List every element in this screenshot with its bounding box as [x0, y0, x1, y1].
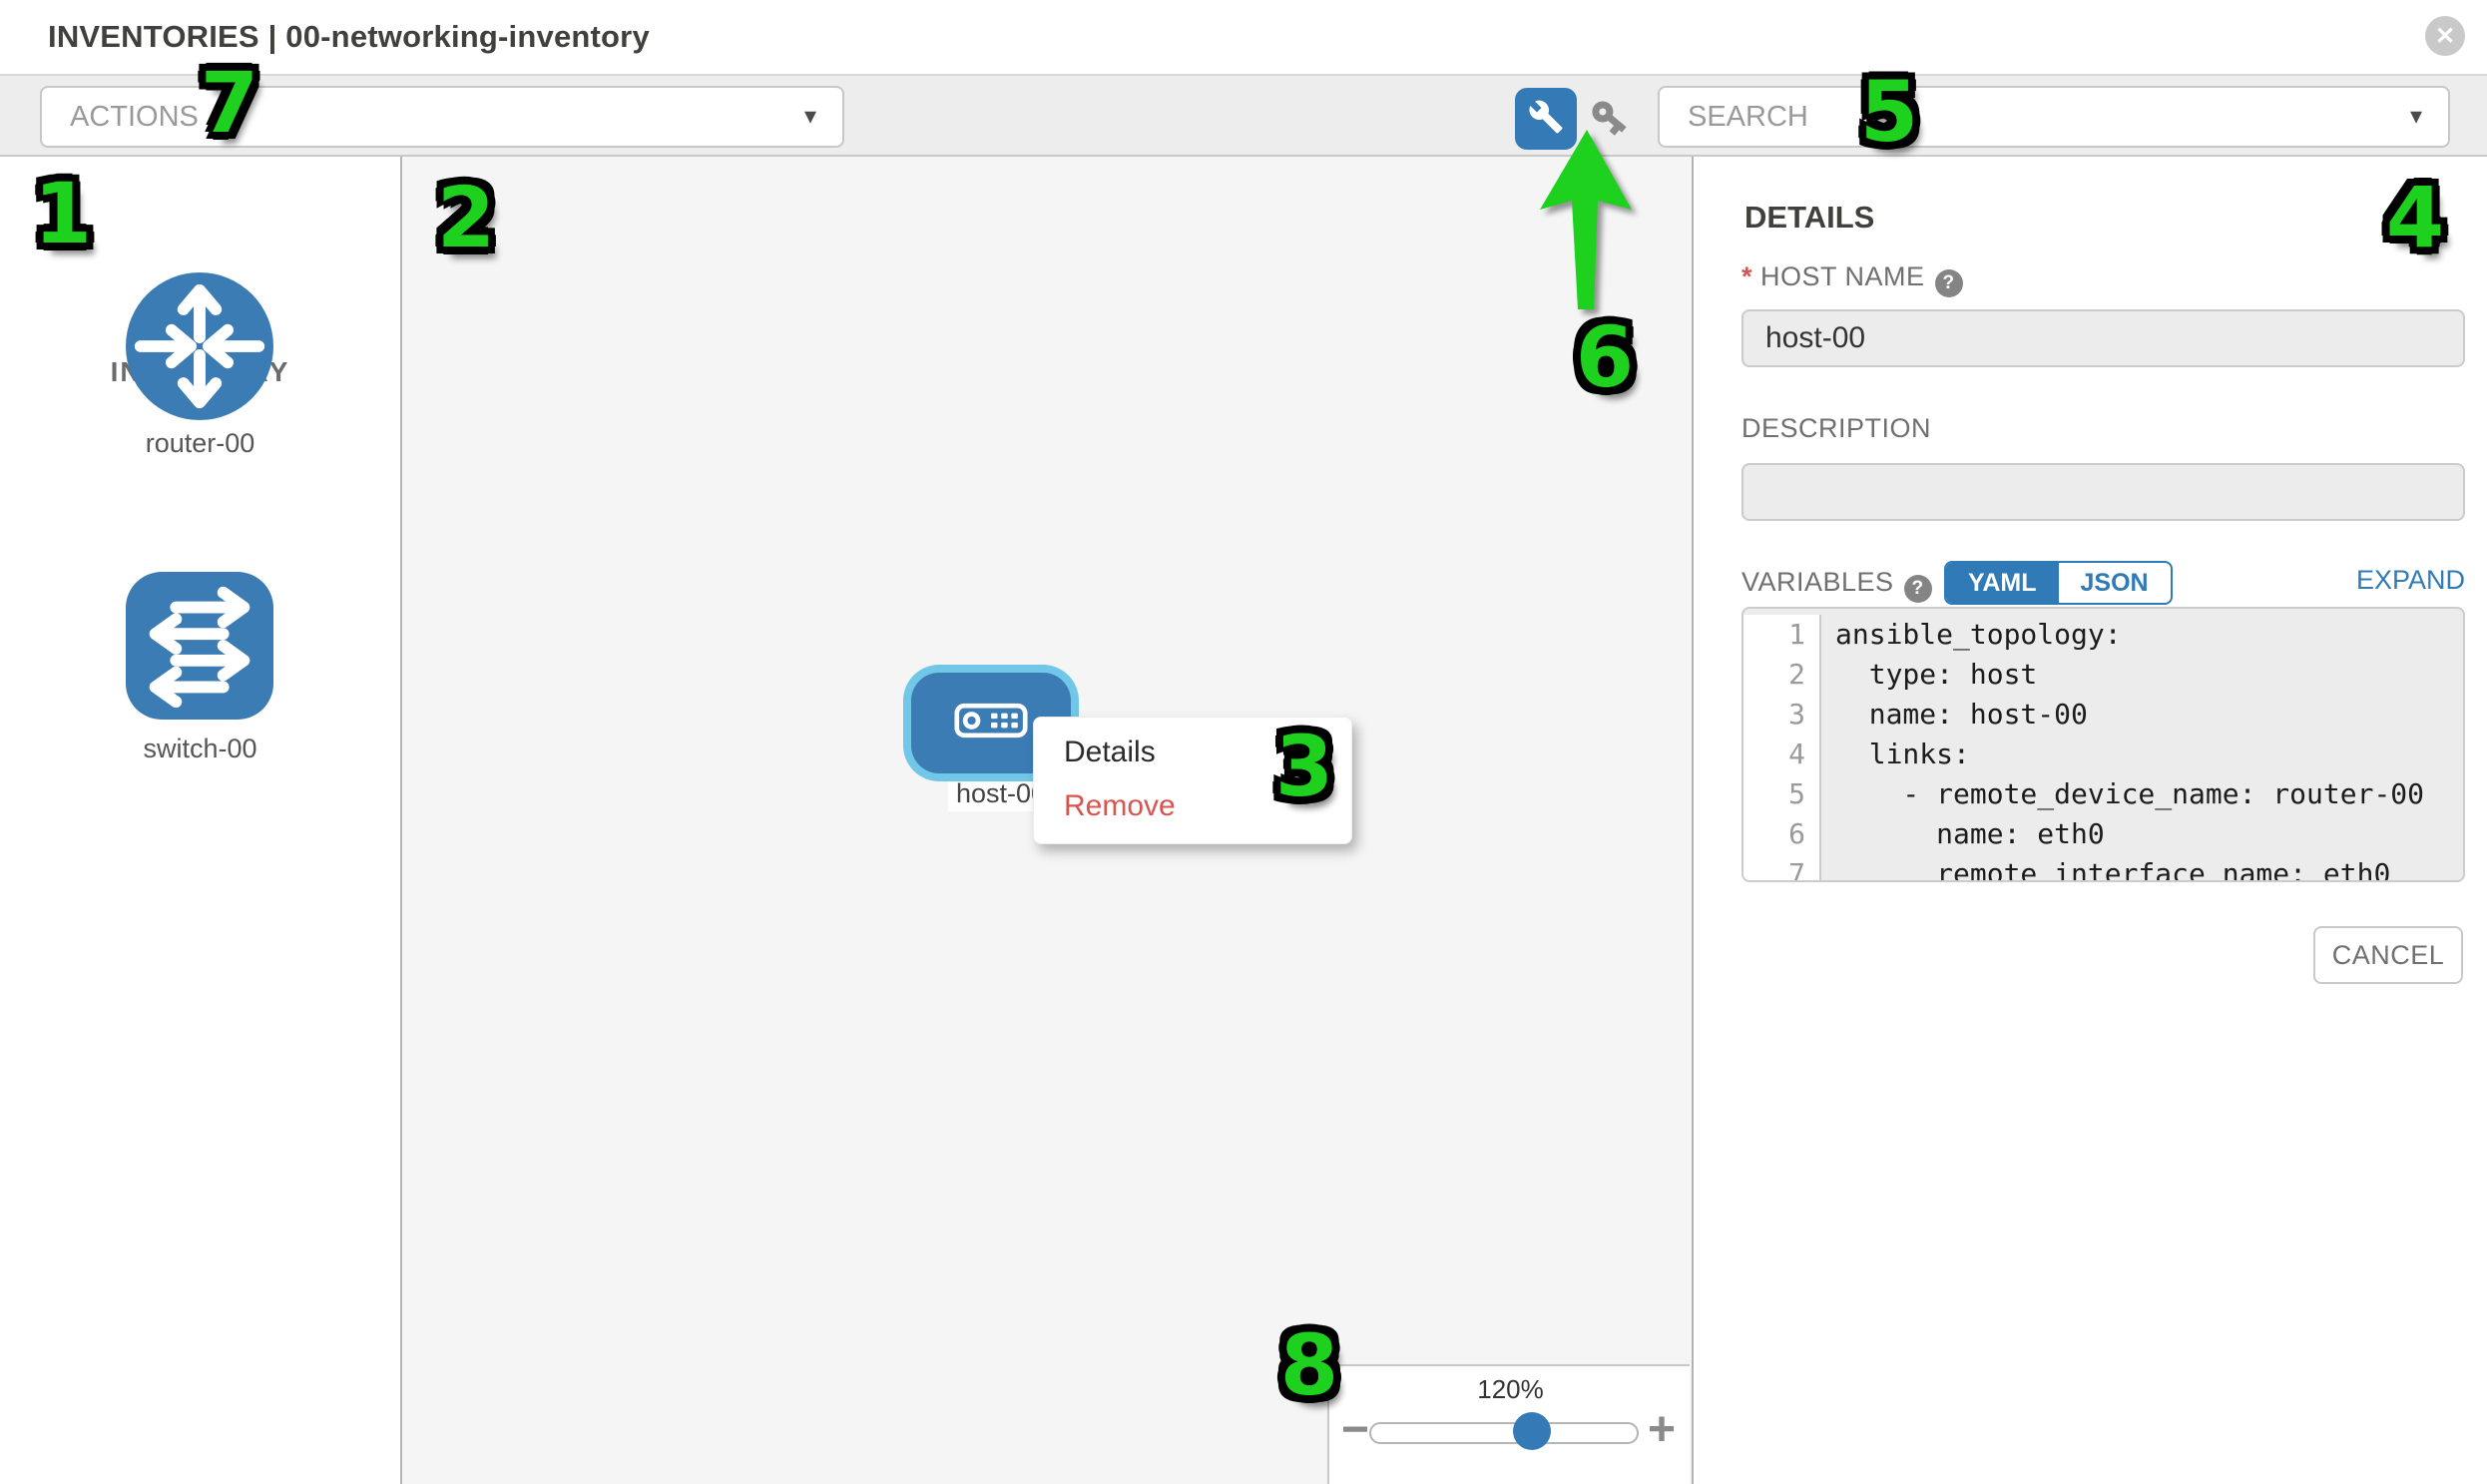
zoom-slider-track[interactable]: [1369, 1422, 1639, 1444]
annotation-number-2: 2: [437, 169, 495, 266]
description-input[interactable]: [1741, 463, 2465, 521]
zoom-out-button[interactable]: −: [1341, 1406, 1369, 1454]
annotation-number-4: 4: [2386, 169, 2444, 266]
palette-item-switch-label: switch-00: [0, 734, 400, 764]
code-line: 1ansible_topology:: [1743, 615, 2463, 655]
annotation-number-1: 1: [34, 165, 92, 262]
code-line: 4 links:: [1743, 735, 2463, 774]
close-icon: ✕: [2435, 22, 2455, 51]
palette-item-router-label: router-00: [0, 428, 400, 459]
code-line: 5 - remote_device_name: router-00: [1743, 774, 2463, 814]
expand-link[interactable]: EXPAND: [2335, 565, 2465, 596]
green-arrow-annotation: [1530, 128, 1660, 322]
code-line: 7 remote_interface_name: eth0: [1743, 854, 2463, 882]
page-title: INVENTORIES | 00-networking-inventory: [48, 0, 650, 74]
variables-code-editor[interactable]: 1ansible_topology: 2 type: host 3 name: …: [1741, 607, 2465, 882]
zoom-control: 120% − +: [1327, 1364, 1690, 1484]
help-icon[interactable]: ?: [1935, 269, 1963, 297]
code-line: 3 name: host-00: [1743, 695, 2463, 735]
header-bar: INVENTORIES | 00-networking-inventory ✕: [0, 0, 2487, 74]
zoom-in-button[interactable]: +: [1648, 1406, 1676, 1454]
close-button[interactable]: ✕: [2425, 16, 2465, 56]
palette-item-switch[interactable]: [126, 572, 273, 720]
search-dropdown-label: SEARCH: [1688, 88, 1808, 146]
details-panel-title: DETAILS: [1744, 200, 1874, 236]
annotation-number-6: 6: [1576, 308, 1634, 406]
host-icon: [954, 703, 1028, 743]
annotation-number-7: 7: [201, 54, 258, 152]
variables-format-toggle: YAML JSON: [1944, 561, 2173, 605]
description-field-label: DESCRIPTION: [1741, 413, 1931, 444]
yaml-toggle-button[interactable]: YAML: [1946, 563, 2059, 603]
annotation-number-8: 8: [1280, 1316, 1338, 1414]
palette-item-router[interactable]: [126, 272, 273, 420]
zoom-percent-value: 120%: [1329, 1374, 1692, 1405]
chevron-down-icon: ▾: [2410, 88, 2422, 146]
help-icon[interactable]: ?: [1904, 575, 1932, 603]
host-name-field-label: *HOST NAME?: [1741, 261, 1963, 297]
code-line: 2 type: host: [1743, 655, 2463, 695]
annotation-number-3: 3: [1275, 718, 1333, 815]
code-line: 6 name: eth0: [1743, 814, 2463, 854]
actions-dropdown[interactable]: ACTIONS ▾: [40, 86, 844, 148]
variables-field-label: VARIABLES?: [1741, 567, 1932, 603]
topology-editor-window: INVENTORIES | 00-networking-inventory ✕ …: [0, 0, 2487, 1484]
search-dropdown[interactable]: SEARCH ▾: [1658, 86, 2450, 148]
chevron-down-icon: ▾: [804, 88, 816, 146]
zoom-slider-handle[interactable]: [1513, 1412, 1551, 1450]
actions-dropdown-label: ACTIONS: [70, 88, 199, 146]
required-asterisk: *: [1741, 261, 1752, 291]
cancel-button[interactable]: CANCEL: [2313, 926, 2463, 984]
host-name-input[interactable]: host-00: [1741, 309, 2465, 367]
annotation-number-5: 5: [1860, 63, 1918, 161]
json-toggle-button[interactable]: JSON: [2059, 563, 2171, 603]
